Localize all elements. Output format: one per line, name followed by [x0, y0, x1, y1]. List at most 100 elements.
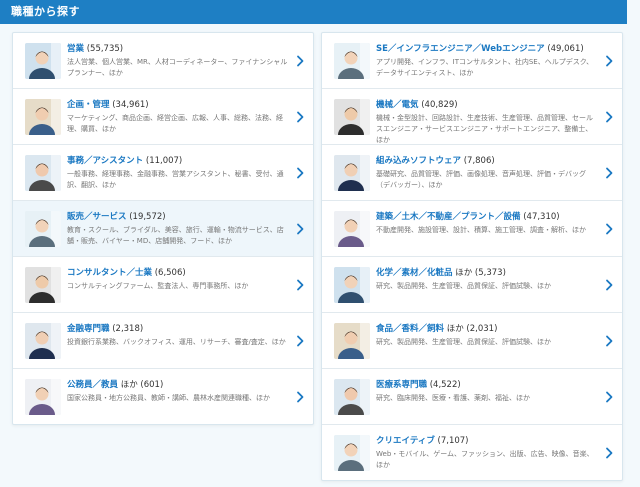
category-title[interactable]: 機械／電気: [376, 100, 419, 110]
category-count: ほか (5,373): [455, 268, 506, 278]
category-heading: 販売／サービス (19,572): [67, 211, 289, 223]
chevron-right-icon: [606, 111, 613, 122]
category-heading: 企画・管理 (34,961): [67, 99, 289, 111]
category-title[interactable]: 医療系専門職: [376, 380, 427, 390]
category-photo: [25, 267, 61, 303]
category-photo: [25, 211, 61, 247]
category-title[interactable]: クリエイティブ: [376, 436, 435, 446]
category-description: マーケティング、商品企画、経営企画、広報、人事、総務、法務、経理、購買、ほか: [67, 114, 283, 133]
category-heading: 化学／素材／化粧品 ほか (5,373): [376, 267, 598, 279]
category-count: (7,107): [437, 436, 469, 446]
category-photo: [334, 379, 370, 415]
category-title[interactable]: 企画・管理: [67, 100, 110, 110]
category-text: 建築／土木／不動産／プラント／設備 (47,310) 不動産開発、施設管理、設計、…: [376, 211, 598, 236]
category-description: 不動産開発、施設管理、設計、積算、施工管理、調査・解析、ほか: [376, 226, 586, 234]
category-heading: SE／インフラエンジニア／Webエンジニア (49,061): [376, 43, 598, 55]
chevron-right-icon: [606, 279, 613, 290]
category-title[interactable]: 営業: [67, 44, 84, 54]
category-item[interactable]: 機械／電気 (40,829) 機械・金型設計、回路設計、生産技術、生産管理、品質管…: [322, 89, 622, 145]
category-title[interactable]: 建築／土木／不動産／プラント／設備: [376, 212, 521, 222]
chevron-right-icon: [606, 167, 613, 178]
category-item[interactable]: 営業 (55,735) 法人営業、個人営業、MR、人材コーディネーター、ファイナン…: [13, 33, 313, 89]
category-photo: [25, 43, 61, 79]
category-list-right: SE／インフラエンジニア／Webエンジニア (49,061) アプリ開発、インフラ…: [321, 32, 623, 481]
category-list-left: 営業 (55,735) 法人営業、個人営業、MR、人材コーディネーター、ファイナン…: [12, 32, 314, 425]
category-heading: 営業 (55,735): [67, 43, 289, 55]
chevron-right-icon: [606, 223, 613, 234]
section-title: 職種から探す: [11, 5, 80, 18]
category-count: ほか (601): [120, 380, 164, 390]
section-header: 職種から探す: [0, 0, 627, 24]
category-description: 基礎研究、品質管理、評価、画像処理、音声処理、評価・デバッグ（デバッガー）、ほか: [376, 170, 586, 189]
category-item[interactable]: SE／インフラエンジニア／Webエンジニア (49,061) アプリ開発、インフラ…: [322, 33, 622, 89]
chevron-right-icon: [606, 391, 613, 402]
category-heading: コンサルタント／士業 (6,506): [67, 267, 289, 279]
category-title[interactable]: 販売／サービス: [67, 212, 127, 222]
category-photo: [334, 267, 370, 303]
category-item[interactable]: 医療系専門職 (4,522) 研究、臨床開発、医療・看護、薬剤、福祉、ほか: [322, 369, 622, 425]
category-count: (47,310): [523, 212, 560, 222]
category-title[interactable]: 食品／香料／飼料: [376, 324, 444, 334]
category-item[interactable]: 金融専門職 (2,318) 投資銀行系業務、バックオフィス、運用、リサーチ、審査/…: [13, 313, 313, 369]
category-text: 化学／素材／化粧品 ほか (5,373) 研究、製品開発、生産管理、品質保証、評価…: [376, 267, 598, 292]
category-count: (11,007): [145, 156, 183, 166]
category-heading: クリエイティブ (7,107): [376, 435, 598, 447]
category-item[interactable]: 化学／素材／化粧品 ほか (5,373) 研究、製品開発、生産管理、品質保証、評価…: [322, 257, 622, 313]
category-description: 教育・スクール、ブライダル、美容、旅行、運輸・物流サービス、店舗・販売、バイヤー…: [67, 226, 284, 245]
category-title[interactable]: 化学／素材／化粧品: [376, 268, 453, 278]
category-item[interactable]: 建築／土木／不動産／プラント／設備 (47,310) 不動産開発、施設管理、設計、…: [322, 201, 622, 257]
category-title[interactable]: 組み込みソフトウェア: [376, 156, 461, 166]
chevron-right-icon: [606, 335, 613, 346]
category-title[interactable]: 金融専門職: [67, 324, 110, 334]
category-heading: 機械／電気 (40,829): [376, 99, 598, 111]
category-item[interactable]: クリエイティブ (7,107) Web・モバイル、ゲーム、ファッション、出版、広告…: [322, 425, 622, 481]
category-count: (2,318): [112, 324, 144, 334]
category-count: (6,506): [154, 268, 186, 278]
category-title[interactable]: 事務／アシスタント: [67, 156, 143, 166]
category-text: 食品／香料／飼料 ほか (2,031) 研究、製品開発、生産管理、品質保証、評価試…: [376, 323, 598, 348]
category-count: (34,961): [112, 100, 149, 110]
category-count: (40,829): [421, 100, 458, 110]
category-text: 金融専門職 (2,318) 投資銀行系業務、バックオフィス、運用、リサーチ、審査/…: [67, 323, 289, 348]
category-text: 事務／アシスタント (11,007) 一般事務、経理事務、金融事務、営業アシスタン…: [67, 155, 289, 191]
category-description: 投資銀行系業務、バックオフィス、運用、リサーチ、審査/査定、ほか: [67, 338, 286, 346]
category-title[interactable]: 公務員／教員: [67, 380, 118, 390]
category-heading: 事務／アシスタント (11,007): [67, 155, 289, 167]
chevron-right-icon: [297, 223, 304, 234]
category-description: 研究、製品開発、生産管理、品質保証、評価試験、ほか: [376, 282, 551, 290]
category-photo: [334, 435, 370, 471]
category-title[interactable]: コンサルタント／士業: [67, 268, 152, 278]
category-count: (4,522): [429, 380, 461, 390]
chevron-right-icon: [297, 167, 304, 178]
category-item[interactable]: 組み込みソフトウェア (7,806) 基礎研究、品質管理、評価、画像処理、音声処理…: [322, 145, 622, 201]
category-count: (49,061): [547, 44, 584, 54]
chevron-right-icon: [297, 279, 304, 290]
category-photo: [334, 323, 370, 359]
category-photo: [334, 211, 370, 247]
category-heading: 公務員／教員 ほか (601): [67, 379, 289, 391]
category-item[interactable]: 公務員／教員 ほか (601) 国家公務員・地方公務員、教師・講師、農林水産関連職…: [13, 369, 313, 425]
chevron-right-icon: [297, 111, 304, 122]
chevron-right-icon: [297, 55, 304, 66]
category-description: 機械・金型設計、回路設計、生産技術、生産管理、品質管理、セールスエンジニア・サー…: [376, 114, 593, 144]
category-heading: 食品／香料／飼料 ほか (2,031): [376, 323, 598, 335]
category-description: アプリ開発、インフラ、ITコンサルタント、社内SE、ヘルプデスク、データサイエン…: [376, 58, 594, 77]
category-photo: [25, 155, 61, 191]
category-photo: [334, 155, 370, 191]
category-item[interactable]: コンサルタント／士業 (6,506) コンサルティングファーム、監査法人、専門事務…: [13, 257, 313, 313]
category-title[interactable]: SE／インフラエンジニア／Webエンジニア: [376, 44, 545, 54]
category-photo: [25, 323, 61, 359]
category-item[interactable]: 事務／アシスタント (11,007) 一般事務、経理事務、金融事務、営業アシスタン…: [13, 145, 313, 201]
category-text: 営業 (55,735) 法人営業、個人営業、MR、人材コーディネーター、ファイナン…: [67, 43, 289, 79]
category-text: 企画・管理 (34,961) マーケティング、商品企画、経営企画、広報、人事、総務…: [67, 99, 289, 135]
category-description: 研究、臨床開発、医療・看護、薬剤、福祉、ほか: [376, 394, 530, 402]
category-photo: [334, 43, 370, 79]
category-text: 医療系専門職 (4,522) 研究、臨床開発、医療・看護、薬剤、福祉、ほか: [376, 379, 598, 404]
category-description: Web・モバイル、ゲーム、ファッション、出版、広告、映像、音楽、ほか: [376, 450, 594, 469]
category-count: (19,572): [129, 212, 166, 222]
category-item[interactable]: 販売／サービス (19,572) 教育・スクール、ブライダル、美容、旅行、運輸・物…: [13, 201, 313, 257]
chevron-right-icon: [606, 55, 613, 66]
category-item[interactable]: 企画・管理 (34,961) マーケティング、商品企画、経営企画、広報、人事、総務…: [13, 89, 313, 145]
category-heading: 組み込みソフトウェア (7,806): [376, 155, 598, 167]
category-item[interactable]: 食品／香料／飼料 ほか (2,031) 研究、製品開発、生産管理、品質保証、評価試…: [322, 313, 622, 369]
